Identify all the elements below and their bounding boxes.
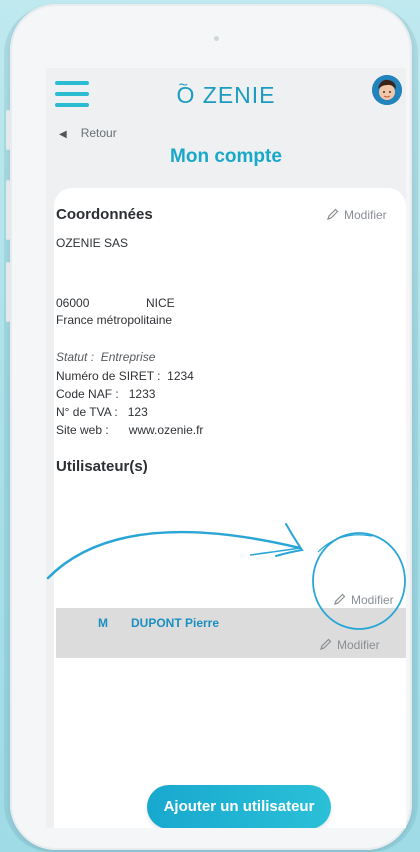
naf-label: Code NAF : — [56, 387, 119, 401]
account-card: Coordonnées Modifier OZENIE SAS 06000 NI… — [54, 188, 406, 828]
tva-line: N° de TVA : 123 — [56, 405, 148, 419]
user-modify-button[interactable]: Modifier — [320, 638, 380, 652]
city: NICE — [146, 296, 175, 310]
page-title: Mon compte — [170, 146, 282, 167]
users-title: Utilisateur(s) — [56, 458, 148, 475]
region: France métropolitaine — [56, 313, 173, 327]
postal-code: 06000 — [56, 296, 90, 310]
menu-icon[interactable] — [55, 81, 89, 107]
website-line: Site web : www.ozenie.fr — [56, 423, 203, 437]
naf-value: 1233 — [128, 387, 156, 401]
tva-label: N° de TVA : — [56, 405, 118, 419]
user-civility: M — [98, 616, 108, 630]
phone-speaker — [214, 36, 219, 41]
siret-value: 1234 — [167, 369, 194, 383]
back-link[interactable]: ◀ Retour — [59, 126, 117, 140]
user-name: DUPONT Pierre — [131, 616, 220, 630]
brand-logo[interactable]: ~ O ZENIE — [166, 77, 286, 112]
status-value: Entreprise — [100, 350, 156, 364]
phone-side-button-top — [6, 110, 10, 150]
top-bar: ~ O ZENIE — [46, 68, 406, 122]
logo-letter: ~ O — [176, 77, 202, 108]
phone-side-button-mid — [6, 180, 10, 240]
website-value[interactable]: www.ozenie.fr — [129, 423, 204, 437]
siret-line: Numéro de SIRET : 1234 — [56, 369, 194, 383]
logo-tilde: ~ — [178, 77, 189, 94]
tva-value: 123 — [127, 405, 148, 419]
user-row[interactable]: M DUPONT Pierre Modifier — [56, 608, 406, 658]
logo-text: ZENIE — [202, 82, 276, 108]
avatar[interactable] — [372, 75, 402, 105]
status-line: Statut : Entreprise — [56, 350, 155, 364]
website-label: Site web : — [56, 423, 109, 437]
pencil-icon — [334, 593, 346, 605]
pencil-icon — [327, 208, 339, 220]
coordonnees-modify-button[interactable]: Modifier — [327, 208, 387, 222]
siret-label: Numéro de SIRET : — [56, 369, 161, 383]
app-screen: ~ O ZENIE ◀ Retour Mon compte Coordonnées… — [46, 68, 406, 828]
naf-line: Code NAF : 1233 — [56, 387, 155, 401]
ghost-modify-button[interactable]: Modifier — [334, 593, 394, 607]
company-name: OZENIE SAS — [56, 236, 129, 250]
coordonnees-title: Coordonnées — [56, 206, 153, 223]
back-arrow-icon: ◀ — [59, 129, 67, 140]
phone-side-button-low — [6, 262, 10, 322]
pencil-icon — [320, 638, 332, 650]
status-label: Statut : — [56, 350, 95, 364]
add-user-button[interactable]: Ajouter un utilisateur — [147, 785, 331, 828]
